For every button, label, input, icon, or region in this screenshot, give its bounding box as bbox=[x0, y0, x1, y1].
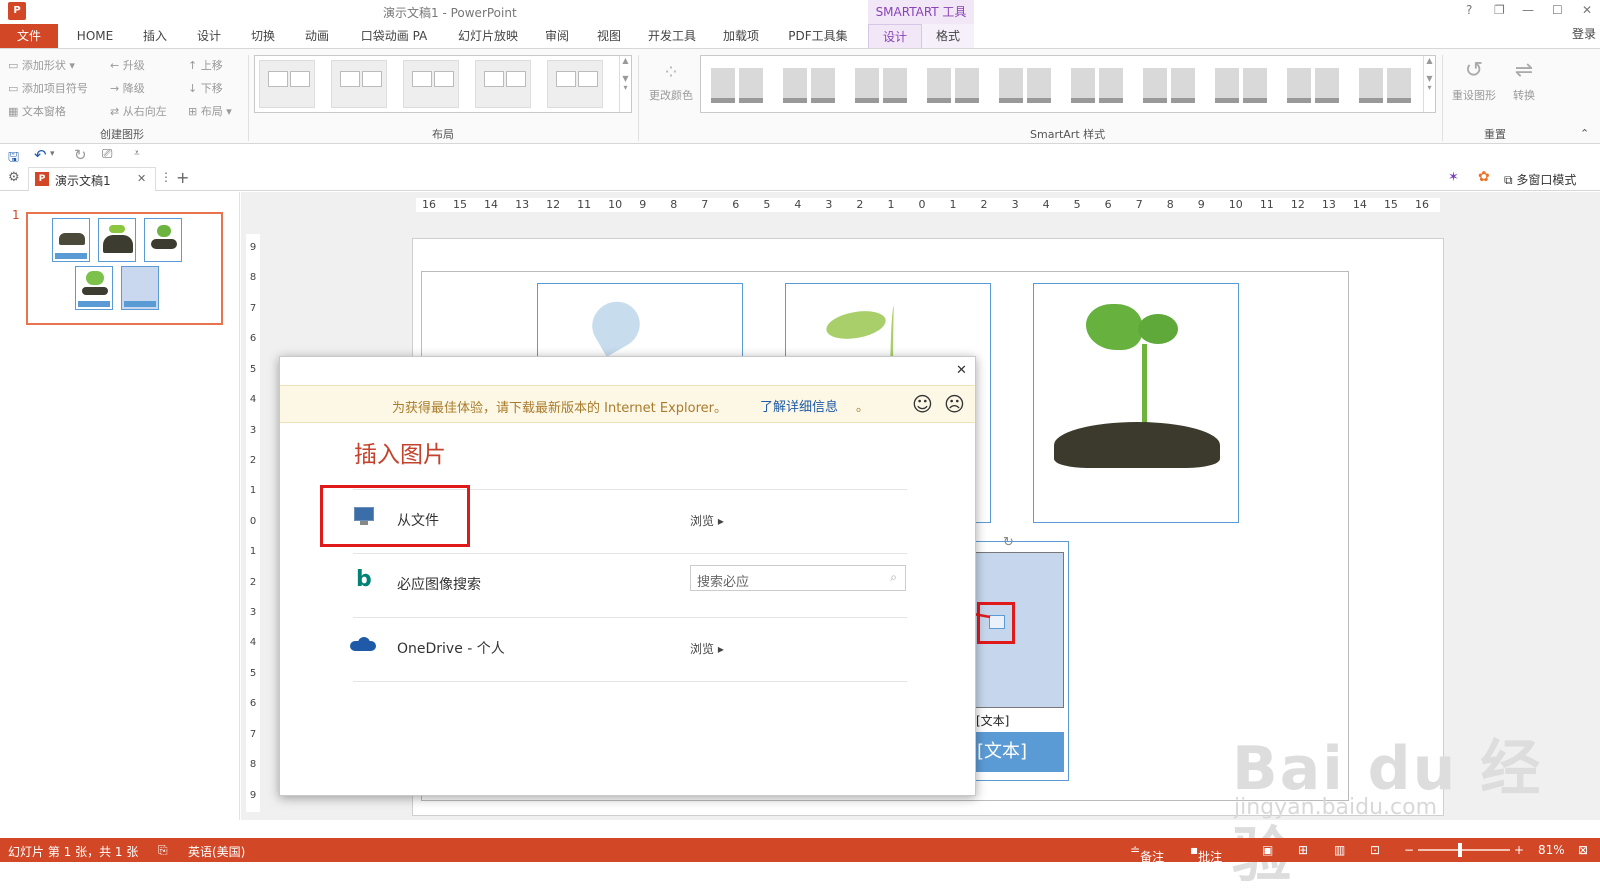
watermark-url: jingyan.baidu.com bbox=[1234, 795, 1438, 820]
close-dialog-button[interactable]: ✕ bbox=[956, 363, 967, 378]
monitor-stand-shape bbox=[360, 521, 368, 525]
onedrive-icon bbox=[350, 637, 376, 651]
search-icon[interactable]: ⌕ bbox=[890, 570, 897, 585]
zoom-slider-thumb[interactable] bbox=[1458, 843, 1462, 857]
notes-label: 备注 bbox=[1140, 850, 1165, 864]
dialog-title: 插入图片 bbox=[354, 442, 446, 468]
reading-view-icon[interactable]: ▥ bbox=[1334, 843, 1345, 857]
bing-icon: b bbox=[356, 567, 372, 592]
ie-notice-end: 。 bbox=[856, 400, 870, 415]
row-divider bbox=[353, 553, 907, 554]
smile-feedback-icon[interactable]: ☺ bbox=[912, 392, 933, 416]
browse-label: 浏览 bbox=[690, 514, 715, 528]
browse-onedrive-button[interactable]: 浏览 ▸ bbox=[690, 640, 724, 657]
bing-search-label: 必应图像搜索 bbox=[397, 577, 481, 593]
learn-more-link[interactable]: 了解详细信息 bbox=[760, 396, 838, 415]
zoom-out-icon[interactable]: − bbox=[1404, 843, 1414, 857]
normal-view-icon[interactable]: ▣ bbox=[1262, 843, 1273, 857]
ie-upgrade-notice: 为获得最佳体验，请下载最新版本的 Internet Explorer。 了解详细… bbox=[280, 385, 975, 423]
row-divider bbox=[353, 681, 907, 682]
language-indicator[interactable]: 英语(美国) bbox=[188, 843, 245, 860]
slideshow-view-icon[interactable]: ⊡ bbox=[1370, 843, 1380, 857]
ie-notice-text: 为获得最佳体验，请下载最新版本的 Internet Explorer。 bbox=[392, 401, 728, 416]
zoom-slider[interactable] bbox=[1418, 843, 1510, 857]
from-file-label[interactable]: 从文件 bbox=[397, 510, 439, 530]
zoom-in-icon[interactable]: + bbox=[1514, 843, 1524, 857]
frown-feedback-icon[interactable]: ☹ bbox=[944, 392, 965, 416]
browse-label: 浏览 bbox=[690, 642, 715, 656]
status-bar: 幻灯片 第 1 张，共 1 张 ⎘ 英语(美国) ≐ 备注 ▪ 批注 ▣ ⊞ ▥… bbox=[0, 838, 1600, 864]
insert-picture-dialog: ✕ 为获得最佳体验，请下载最新版本的 Internet Explorer。 了解… bbox=[279, 356, 976, 796]
browse-file-button[interactable]: 浏览 ▸ bbox=[690, 512, 724, 529]
onedrive-label: OneDrive - 个人 bbox=[397, 641, 505, 657]
computer-icon bbox=[352, 507, 376, 527]
cloud-shape bbox=[358, 637, 370, 649]
spellcheck-icon[interactable]: ⎘ bbox=[158, 843, 168, 858]
notes-button[interactable]: ≐ 备注 bbox=[1130, 843, 1164, 864]
fit-slide-icon[interactable]: ⊠ bbox=[1578, 843, 1588, 857]
monitor-shape bbox=[354, 507, 374, 521]
row-divider bbox=[353, 617, 907, 618]
comments-button[interactable]: ▪ 批注 bbox=[1190, 843, 1222, 864]
zoom-level[interactable]: 81% bbox=[1538, 843, 1565, 857]
comments-label: 批注 bbox=[1198, 850, 1223, 864]
bing-search-input[interactable]: 搜索必应 ⌕ bbox=[690, 565, 906, 591]
slide-count: 幻灯片 第 1 张，共 1 张 bbox=[8, 845, 139, 859]
search-placeholder: 搜索必应 bbox=[697, 575, 750, 590]
slide-sorter-icon[interactable]: ⊞ bbox=[1298, 843, 1308, 857]
annotation-box bbox=[320, 485, 470, 547]
